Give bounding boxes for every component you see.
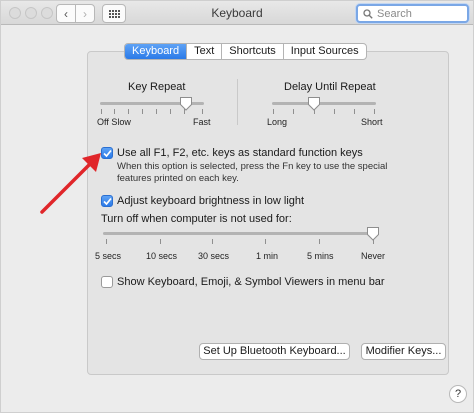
- annotation-arrow-icon: [40, 153, 101, 214]
- keyboard-preferences-window: ‹ › Keyboard Keyboard Text Shortcuts Inp…: [0, 0, 474, 413]
